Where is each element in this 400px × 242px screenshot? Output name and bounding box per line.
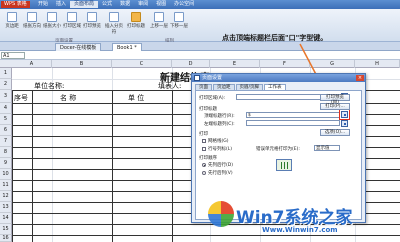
dialog-app-icon [194, 75, 200, 81]
windows-logo-icon [208, 201, 234, 227]
print-section-label: 打印 [199, 132, 208, 137]
top-title-rows-label: 顶端标题行(R): [204, 114, 235, 119]
preview-stroke [281, 162, 282, 169]
left-title-cols-picker-icon[interactable] [341, 120, 348, 127]
print-area-label: 打印区域(A): [199, 96, 226, 101]
print-preview-button[interactable]: 打印预览(W) [320, 94, 350, 105]
options-button[interactable]: 选项(O)... [320, 129, 350, 136]
watermark-brand: Win7系统之家 [236, 208, 353, 228]
top-title-rows-picker-icon[interactable] [339, 109, 350, 120]
order-over-label: 先行后列(V) [208, 171, 233, 176]
left-title-cols-field[interactable] [246, 120, 340, 126]
errors-label: 错误单元格打印为(E): [256, 147, 300, 152]
rowcol-headers-label: 行号列标(L) [208, 147, 233, 152]
dialog-title-bar[interactable]: 页面设置 × [192, 74, 365, 82]
dialog-title: 页面设置 [202, 75, 223, 81]
order-over-radio[interactable] [202, 171, 206, 175]
close-icon[interactable]: × [356, 75, 364, 81]
print-titles-label: 打印标题 [199, 107, 217, 112]
top-title-rows-field[interactable]: $ [246, 112, 340, 118]
order-down-label: 先列后行(D) [208, 163, 233, 168]
preview-stroke [287, 162, 288, 169]
preview-stroke [284, 162, 285, 169]
print-order-label: 打印顺序 [199, 156, 217, 161]
gridlines-label: 网格线(G) [208, 139, 229, 144]
order-down-radio[interactable] [202, 163, 206, 167]
gridlines-checkbox[interactable] [202, 139, 206, 143]
left-title-cols-label: 左端标题列(C): [204, 122, 235, 127]
print-order-preview-icon [276, 159, 292, 171]
watermark-url: Www.Winwin7.com [262, 226, 338, 234]
errors-select[interactable]: 显示值 [314, 145, 340, 151]
rowcol-headers-checkbox[interactable] [202, 147, 206, 151]
